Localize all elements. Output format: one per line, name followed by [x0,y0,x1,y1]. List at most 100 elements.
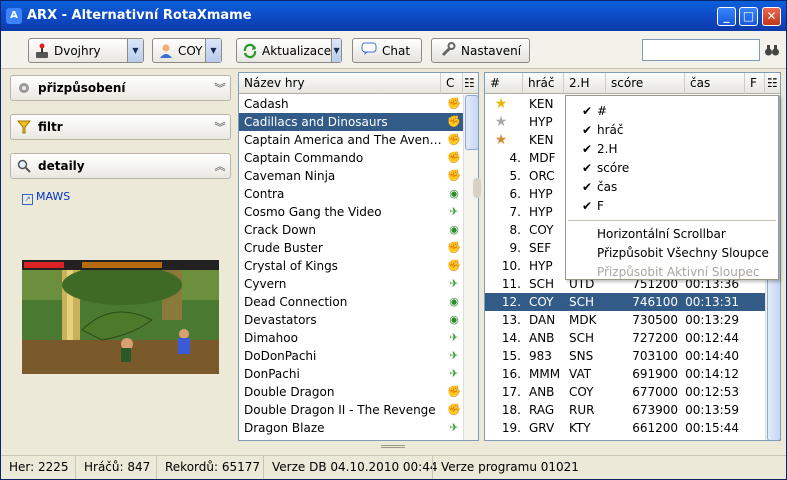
menu-item-column-toggle[interactable]: ✔ F [566,197,778,216]
column-picker-button[interactable]: ☷ [463,73,478,94]
search-input[interactable] [642,39,760,61]
record-row[interactable]: 15. 983 SNS 703100 00:14:40 [485,347,766,365]
settings-button[interactable]: Nastavení [431,38,530,63]
title-bar[interactable]: A ARX - Alternativní RotaXmame _ □ ✕ [1,1,786,31]
close-icon: ✕ [766,9,777,23]
record-player: SCH [529,277,555,291]
game-row[interactable]: Crude Buster ✊ [239,239,464,257]
maximize-button[interactable]: □ [739,7,758,26]
game-row[interactable]: DonPachi ✈ [239,365,464,383]
mode-combo[interactable]: Dvojhry ▼ [28,38,144,63]
double-chevron-up-icon[interactable]: ︽ [210,158,230,174]
menu-item-column-toggle[interactable]: ✔ hráč [566,121,778,140]
minimize-button[interactable]: _ [717,7,736,26]
splitter-grip[interactable] [381,445,405,448]
game-row[interactable]: Cadash ✊ [239,95,464,113]
column-header-score[interactable]: scóre [606,73,685,94]
column-header-player[interactable]: hráč [523,73,564,94]
update-combo[interactable]: Aktualizace ▼ [236,38,342,63]
game-screenshot [22,260,219,374]
game-row[interactable]: Crystal of Kings ✊ [239,257,464,275]
record-rank: 8. [509,223,521,237]
game-row[interactable]: Cosmo Gang the Video ✈ [239,203,464,221]
column-header-f[interactable]: F [745,73,765,94]
record-score: 673900 [632,403,678,417]
user-combo[interactable]: COY ▼ [152,38,222,63]
record-time: 00:12:53 [685,385,739,399]
chat-icon [361,42,377,60]
details-panel-header[interactable]: detaily ︽ [10,153,231,179]
game-row[interactable]: Dead Connection ◉ [239,293,464,311]
gold-star-icon: ★ [494,96,508,112]
fighter-icon: ✊ [447,385,461,398]
main-window: A ARX - Alternativní RotaXmame _ □ ✕ Dvo… [0,0,787,480]
plane-icon: ✈ [449,349,459,362]
record-second-player: MDK [569,313,597,327]
chevron-down-icon[interactable]: ▼ [205,39,221,62]
status-program-version: Verze programu 01021 [432,456,579,479]
maws-link[interactable]: ↗ MAWS [22,190,70,205]
column-picker-button[interactable]: ☷ [765,73,780,94]
record-player: GRV [529,421,555,435]
close-button[interactable]: ✕ [762,7,781,26]
menu-item-column-toggle[interactable]: ✔ scóre [566,159,778,178]
menu-item-column-toggle[interactable]: ✔ # [566,102,778,121]
splitter-handle[interactable] [473,178,481,198]
column-header-time[interactable]: čas [685,73,745,94]
record-row[interactable]: 19. GRV KTY 661200 00:15:44 [485,419,766,437]
game-row[interactable]: Double Dragon ✊ [239,383,464,401]
game-row[interactable]: Dimahoo ✈ [239,329,464,347]
checkmark-icon: ✔ [582,161,593,175]
customize-panel-header[interactable]: přizpůsobení ︾ [10,75,231,101]
game-row[interactable]: DoDonPachi ✈ [239,347,464,365]
game-row[interactable]: Cadillacs and Dinosaurs ✊ [239,113,464,131]
game-row[interactable]: Cyvern ✈ [239,275,464,293]
menu-item-label: hráč [597,123,624,137]
filter-panel-header[interactable]: filtr ︾ [10,114,231,140]
game-row[interactable]: Devastators ◉ [239,311,464,329]
column-header-second-player[interactable]: 2.H [564,73,606,94]
fighter-icon: ✊ [447,151,461,164]
record-player: SEF [529,241,552,255]
plane-icon: ✈ [449,205,459,218]
menu-item-action[interactable]: Přizpůsobit Všechny Sloupce [566,244,778,263]
game-list-scrollbar[interactable] [463,95,478,440]
menu-item-column-toggle[interactable]: ✔ 2.H [566,140,778,159]
record-row[interactable]: 13. DAN MDK 730500 00:13:29 [485,311,766,329]
game-row[interactable]: Dragon Blaze ✈ [239,419,464,437]
game-row[interactable]: Captain Commando ✊ [239,149,464,167]
game-name: Dragon Blaze [244,421,325,435]
game-row[interactable]: Captain America and The Avengers ✊ [239,131,464,149]
record-row[interactable]: 14. ANB SCH 727200 00:12:44 [485,329,766,347]
column-header-rank[interactable]: # [485,73,523,94]
game-row[interactable]: Crack Down ◉ [239,221,464,239]
record-row[interactable]: 12. COY SCH 746100 00:13:31 [485,293,766,311]
record-player: 983 [529,349,552,363]
double-chevron-down-icon[interactable]: ︾ [210,119,230,135]
column-header-c[interactable]: C [441,73,463,94]
menu-item-action[interactable]: Horizontální Scrollbar [566,225,778,244]
record-row[interactable]: 17. ANB COY 677000 00:12:53 [485,383,766,401]
record-second-player: RUR [569,403,595,417]
plane-icon: ✈ [449,331,459,344]
game-list[interactable]: Název hry C ☷ Cadash ✊ Cadillacs and Dinos… [238,72,479,441]
settings-button-label: Nastavení [461,43,522,58]
mode-combo-value: Dvojhry [54,43,101,58]
game-name: Devastators [244,313,317,327]
game-name: DoDonPachi [244,349,317,363]
binoculars-icon[interactable] [764,43,780,59]
game-row[interactable]: Caveman Ninja ✊ [239,167,464,185]
game-row[interactable]: Contra ◉ [239,185,464,203]
game-list-scroll-thumb[interactable] [465,95,478,150]
record-row[interactable]: 18. RAG RUR 673900 00:13:59 [485,401,766,419]
double-chevron-down-icon[interactable]: ︾ [210,80,230,96]
column-header-game-name[interactable]: Název hry [239,73,441,94]
game-row[interactable]: Double Dragon II - The Revenge ✊ [239,401,464,419]
menu-item-column-toggle[interactable]: ✔ čas [566,178,778,197]
chat-button[interactable]: Chat [352,38,422,63]
record-player: RAG [529,403,555,417]
chevron-down-icon[interactable]: ▼ [331,39,341,62]
record-row[interactable]: 16. MMM VAT 691900 00:14:12 [485,365,766,383]
bottom-splitter[interactable] [1,442,786,452]
chevron-down-icon[interactable]: ▼ [127,39,143,62]
